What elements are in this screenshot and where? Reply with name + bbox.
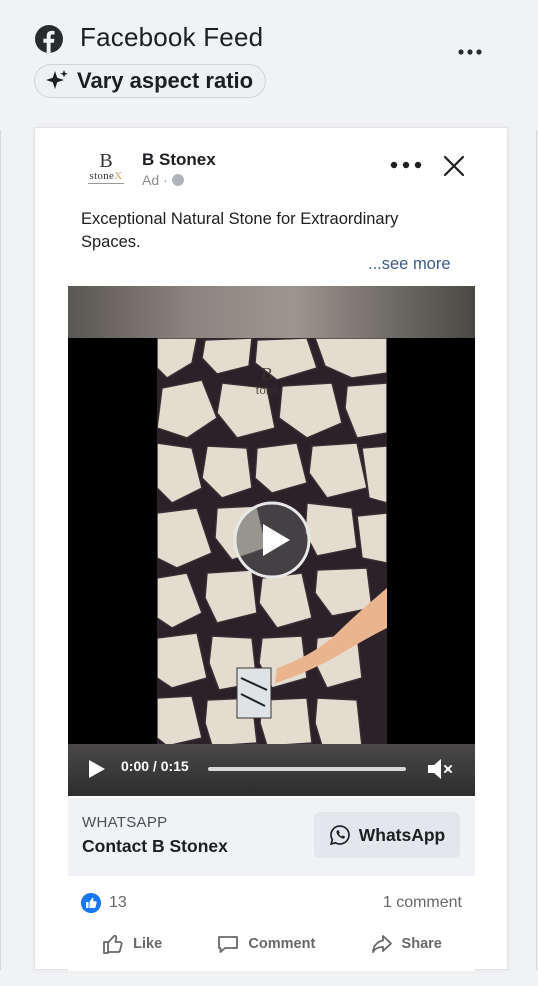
cta-headline: Contact B Stonex — [82, 836, 228, 856]
share-button[interactable]: Share — [370, 932, 442, 956]
cta-domain: WHATSAPP — [82, 814, 168, 831]
video-top-band — [68, 286, 475, 338]
more-icon[interactable] — [456, 40, 484, 64]
advertiser-name[interactable]: B Stonex — [142, 150, 216, 170]
comment-label: Comment — [248, 936, 316, 952]
share-label: Share — [401, 936, 442, 952]
avatar-divider — [88, 183, 124, 184]
play-icon[interactable] — [88, 759, 106, 779]
video-time: 0:00 / 0:15 — [121, 758, 189, 774]
advertiser-avatar[interactable]: B stoneX — [82, 148, 130, 188]
avatar-letter: B — [99, 150, 113, 172]
facebook-post: B stoneX B Stonex Ad · Exceptional Natur… — [68, 128, 475, 971]
svg-text:B: B — [261, 364, 273, 384]
video-controls: 0:00 / 0:15 — [68, 744, 475, 796]
ad-meta: Ad · — [142, 172, 184, 188]
whatsapp-button-label: WhatsApp — [358, 824, 446, 845]
comment-icon — [218, 936, 239, 953]
whatsapp-icon — [329, 825, 350, 846]
whatsapp-button[interactable]: WhatsApp — [314, 812, 460, 858]
ad-label: Ad · — [142, 172, 168, 188]
avatar-wordmark: stoneX — [89, 170, 123, 182]
page-title: Facebook Feed — [80, 22, 264, 52]
play-overlay-icon[interactable] — [232, 500, 312, 580]
globe-icon — [171, 174, 184, 186]
adjacent-card-edge — [0, 130, 1, 970]
thumbs-up-icon — [103, 934, 123, 954]
post-text: Exceptional Natural Stone for Extraordin… — [81, 210, 399, 251]
ad-preview-card: B stoneX B Stonex Ad · Exceptional Natur… — [34, 127, 508, 971]
video-player[interactable]: B tone 0:00 / 0:15 — [68, 286, 475, 796]
post-actions: Like Comment Share — [68, 924, 475, 964]
cta-bar: WHATSAPP Contact B Stonex WhatsApp — [68, 798, 475, 876]
like-button[interactable]: Like — [101, 932, 162, 956]
share-icon — [371, 935, 392, 953]
adjacent-card-edge — [536, 130, 537, 970]
reactions-summary: 13 1 comment — [68, 876, 475, 924]
like-reaction-icon[interactable] — [81, 893, 101, 913]
sparkle-icon — [46, 70, 68, 89]
feed-header: Facebook Feed Vary aspect ratio — [0, 0, 538, 110]
facebook-logo-icon — [35, 25, 63, 53]
video-progress-bar[interactable] — [208, 767, 406, 771]
vary-chip-label: Vary aspect ratio — [77, 68, 254, 93]
mute-icon[interactable] — [426, 756, 454, 782]
comment-count[interactable]: 1 comment — [383, 894, 462, 912]
svg-text:tone: tone — [256, 382, 279, 397]
vary-aspect-ratio-button[interactable]: Vary aspect ratio — [34, 64, 267, 98]
like-label: Like — [133, 936, 163, 952]
comment-button[interactable]: Comment — [216, 932, 315, 956]
close-icon[interactable] — [442, 154, 466, 178]
see-more-link[interactable]: ...see more — [368, 255, 451, 274]
like-count[interactable]: 13 — [109, 894, 127, 912]
post-more-icon[interactable] — [389, 158, 423, 172]
